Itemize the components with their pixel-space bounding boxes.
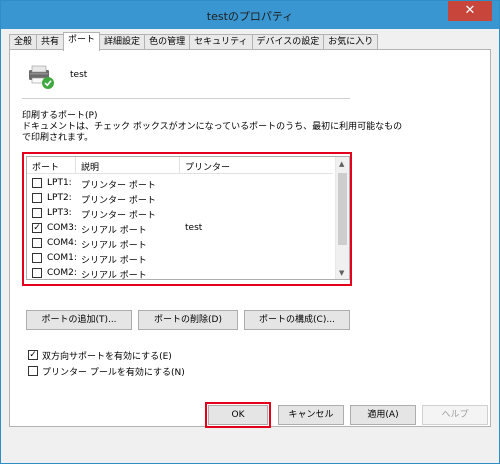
help-button[interactable]: ヘルプ	[422, 405, 488, 425]
ports-description-line-2: で印刷されます。	[22, 133, 94, 143]
port-checkbox[interactable]	[32, 193, 42, 203]
port-name: LPT1:	[47, 178, 72, 188]
dialog-client: 全般 共有 ポート 詳細設定 色の管理 セキュリティ デバイスの設定 お気に入り…	[7, 29, 493, 457]
port-row-com3[interactable]: ✓ COM3: シリアル ポート test	[27, 221, 333, 236]
port-description: プリンター ポート	[81, 181, 156, 191]
port-name: COM1:	[47, 253, 77, 263]
properties-window: testのプロパティ ✕ 全般 共有 ポート 詳細設定 色の管理 セキュリティ …	[0, 0, 500, 464]
port-name: COM3:	[47, 223, 77, 233]
header-divider	[179, 157, 180, 173]
tab-color-management[interactable]: 色の管理	[144, 34, 191, 50]
port-rows: LPT1: プリンター ポート LPT2: プリンター ポート LPT3: プリ…	[27, 176, 333, 280]
scroll-down-icon[interactable]: ▼	[339, 269, 344, 277]
close-button[interactable]: ✕	[448, 1, 492, 21]
port-row-com4[interactable]: COM4: シリアル ポート	[27, 236, 333, 251]
ok-button[interactable]: OK	[208, 405, 268, 425]
printer-icon	[29, 65, 54, 89]
header-description[interactable]: 説明	[81, 160, 99, 173]
port-description: シリアル ポート	[81, 226, 147, 236]
port-checkbox[interactable]	[32, 268, 42, 278]
header-printer[interactable]: プリンター	[185, 160, 230, 173]
delete-port-button[interactable]: ポートの削除(D)	[138, 310, 238, 330]
separator	[22, 98, 350, 99]
title-bar[interactable]: testのプロパティ ✕	[1, 1, 499, 29]
port-description: プリンター ポート	[81, 211, 156, 221]
tab-device-settings[interactable]: デバイスの設定	[251, 34, 325, 50]
scroll-up-icon[interactable]: ▲	[339, 160, 344, 168]
cancel-button[interactable]: キャンセル	[278, 405, 344, 425]
port-name: COM4:	[47, 238, 77, 248]
port-row-lpt1[interactable]: LPT1: プリンター ポート	[27, 176, 333, 191]
tab-security[interactable]: セキュリティ	[189, 34, 253, 50]
tab-advanced[interactable]: 詳細設定	[99, 34, 146, 50]
tab-general[interactable]: 全般	[9, 34, 38, 50]
tab-favorites[interactable]: お気に入り	[323, 34, 379, 50]
port-list-scrollbar[interactable]: ▲ ▼	[335, 157, 349, 279]
port-name: COM2:	[47, 268, 77, 278]
bidirectional-checkbox[interactable]: ✓	[28, 350, 38, 360]
port-checkbox[interactable]	[32, 238, 42, 248]
port-checkbox[interactable]	[32, 208, 42, 218]
ports-description: 印刷するポート(P) ドキュメントは、チェック ボックスがオンになっているポート…	[22, 111, 402, 144]
apply-button[interactable]: 適用(A)	[350, 405, 416, 425]
port-row-lpt2[interactable]: LPT2: プリンター ポート	[27, 191, 333, 206]
port-description: シリアル ポート	[81, 241, 147, 251]
port-checkbox[interactable]	[32, 178, 42, 188]
port-list-header: ポート 説明 プリンター	[27, 157, 333, 174]
port-checkbox-checked[interactable]: ✓	[32, 223, 42, 233]
port-printer: test	[185, 223, 203, 233]
ports-description-line-1: ドキュメントは、チェック ボックスがオンになっているポートのうち、最初に利用可能…	[22, 122, 403, 132]
port-description: シリアル ポート	[81, 271, 147, 280]
tab-sharing[interactable]: 共有	[36, 34, 65, 50]
pooling-label[interactable]: プリンター プールを有効にする(N)	[42, 365, 185, 378]
header-port[interactable]: ポート	[32, 160, 59, 173]
port-row-com1[interactable]: COM1: シリアル ポート	[27, 251, 333, 266]
header-divider	[75, 157, 76, 173]
bidirectional-label[interactable]: 双方向サポートを有効にする(E)	[42, 349, 172, 362]
ports-section-title: 印刷するポート(P)	[22, 111, 98, 121]
ports-tab-panel: test 印刷するポート(P) ドキュメントは、チェック ボックスがオンになって…	[9, 49, 491, 427]
pooling-checkbox[interactable]	[28, 366, 38, 376]
port-list[interactable]: ポート 説明 プリンター LPT1: プリンター ポート LPT2: プリンター…	[26, 156, 350, 280]
port-name: LPT2:	[47, 193, 72, 203]
tab-strip: 全般 共有 ポート 詳細設定 色の管理 セキュリティ デバイスの設定 お気に入り	[9, 32, 379, 51]
scroll-thumb[interactable]	[338, 173, 347, 245]
port-checkbox[interactable]	[32, 253, 42, 263]
configure-port-button[interactable]: ポートの構成(C)...	[244, 310, 350, 330]
window-title: testのプロパティ	[206, 10, 294, 23]
port-row-lpt3[interactable]: LPT3: プリンター ポート	[27, 206, 333, 221]
port-name: LPT3:	[47, 208, 72, 218]
printer-name: test	[70, 70, 88, 80]
port-row-com2[interactable]: COM2: シリアル ポート	[27, 266, 333, 280]
tab-ports[interactable]: ポート	[63, 32, 101, 51]
add-port-button[interactable]: ポートの追加(T)...	[26, 310, 132, 330]
port-description: プリンター ポート	[81, 196, 156, 206]
port-description: シリアル ポート	[81, 256, 147, 266]
